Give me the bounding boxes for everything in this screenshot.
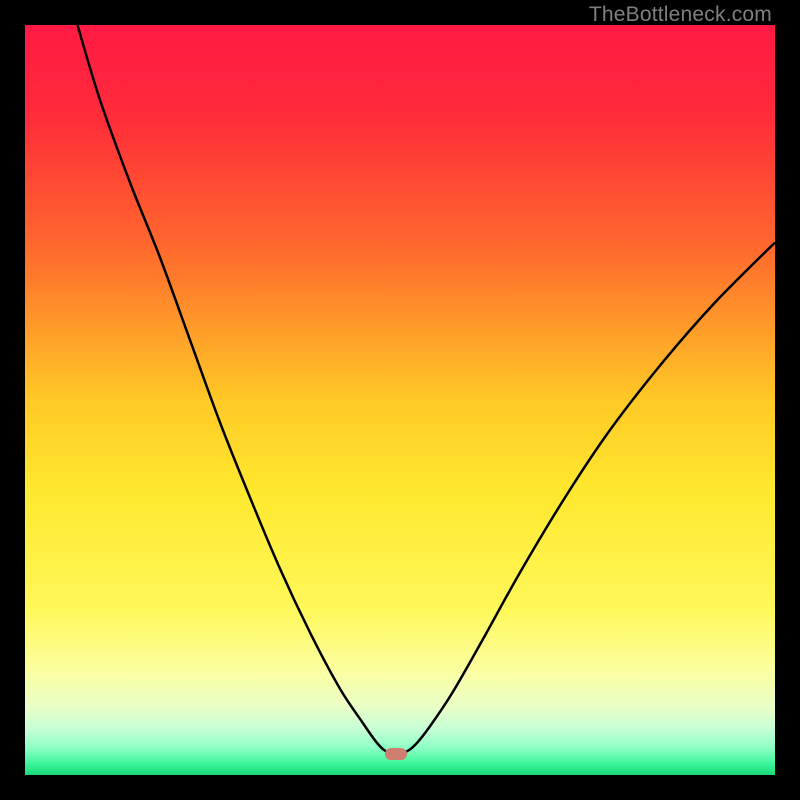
- optimal-point-marker: [385, 748, 407, 760]
- watermark-text: TheBottleneck.com: [589, 3, 772, 27]
- bottleneck-curve: [25, 25, 775, 775]
- plot-area: [25, 25, 775, 775]
- chart-frame: TheBottleneck.com: [0, 0, 800, 800]
- bottleneck-curve-path: [78, 25, 776, 754]
